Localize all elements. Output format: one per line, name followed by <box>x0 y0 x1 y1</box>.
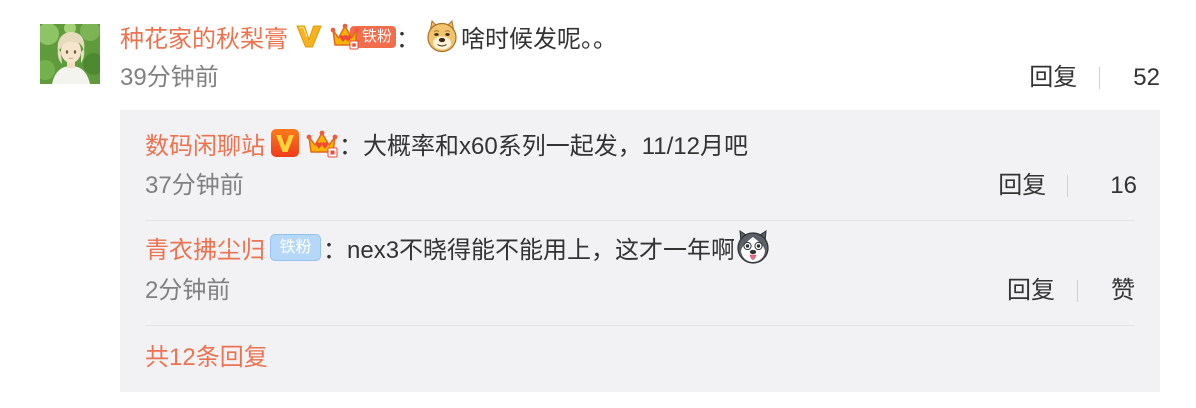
like-button[interactable]: 16 <box>1091 171 1137 201</box>
action-divider <box>1077 280 1078 302</box>
doge-emoji-icon <box>425 19 459 53</box>
vip-v-red-icon[interactable] <box>270 128 300 158</box>
reply-button[interactable]: 回复 <box>1029 63 1077 93</box>
comment-username[interactable]: 种花家的秋梨膏 <box>120 19 288 54</box>
like-button[interactable]: 52 <box>1122 63 1160 93</box>
user-avatar[interactable] <box>40 24 100 84</box>
action-divider <box>1067 175 1069 197</box>
reply-divider <box>145 220 1135 221</box>
like-count: 16 <box>1110 172 1137 199</box>
comment-time: 39分钟前 <box>120 64 219 91</box>
crown-icon[interactable] <box>305 128 339 158</box>
reply-colon: ： <box>323 236 347 264</box>
reply-actions: 回复 赞 <box>1007 276 1135 306</box>
reply-header: 青衣拂尘归 铁粉 ： nex3不晓得能不能用上，这才一年啊 <box>145 229 771 265</box>
comment-colon: ： <box>396 25 420 53</box>
fan-badge[interactable]: 铁粉 <box>330 21 396 51</box>
reply-button[interactable]: 回复 <box>998 171 1046 201</box>
action-divider <box>1099 67 1101 89</box>
reply-text: nex3不晓得能不能用上，这才一年啊 <box>347 236 736 264</box>
replies-panel: 数码闲聊站 ： 大概率和x60系列一起发，11/12月吧 37分钟前 回复 16… <box>120 110 1160 392</box>
reply-actions: 回复 16 <box>998 171 1137 201</box>
more-replies-link[interactable]: 共12条回复 <box>145 343 268 373</box>
reply-time: 37分钟前 <box>145 172 244 199</box>
reply-text: 大概率和x60系列一起发，11/12月吧 <box>363 132 748 160</box>
crown-icon <box>330 21 360 51</box>
comment-header: 种花家的秋梨膏 铁粉 ： 啥时候发呢。。 <box>120 18 617 54</box>
reply-header: 数码闲聊站 ： 大概率和x60系列一起发，11/12月吧 <box>145 125 748 161</box>
reply-username[interactable]: 青衣拂尘归 <box>145 230 265 265</box>
husky-emoji-icon <box>735 229 771 265</box>
reply-button[interactable]: 回复 <box>1007 276 1055 306</box>
reply-divider <box>145 325 1135 326</box>
comment-actions: 回复 52 <box>1029 63 1160 93</box>
reply-username[interactable]: 数码闲聊站 <box>145 126 265 161</box>
like-count: 52 <box>1133 64 1160 91</box>
like-button[interactable]: 赞 <box>1098 276 1135 306</box>
reply-colon: ： <box>339 132 363 160</box>
like-label: 赞 <box>1111 277 1135 304</box>
vip-v-gold-icon <box>296 23 322 49</box>
fan-badge[interactable]: 铁粉 <box>270 233 321 261</box>
reply-time: 2分钟前 <box>145 277 231 304</box>
comment-text: 啥时候发呢。。 <box>461 25 617 53</box>
